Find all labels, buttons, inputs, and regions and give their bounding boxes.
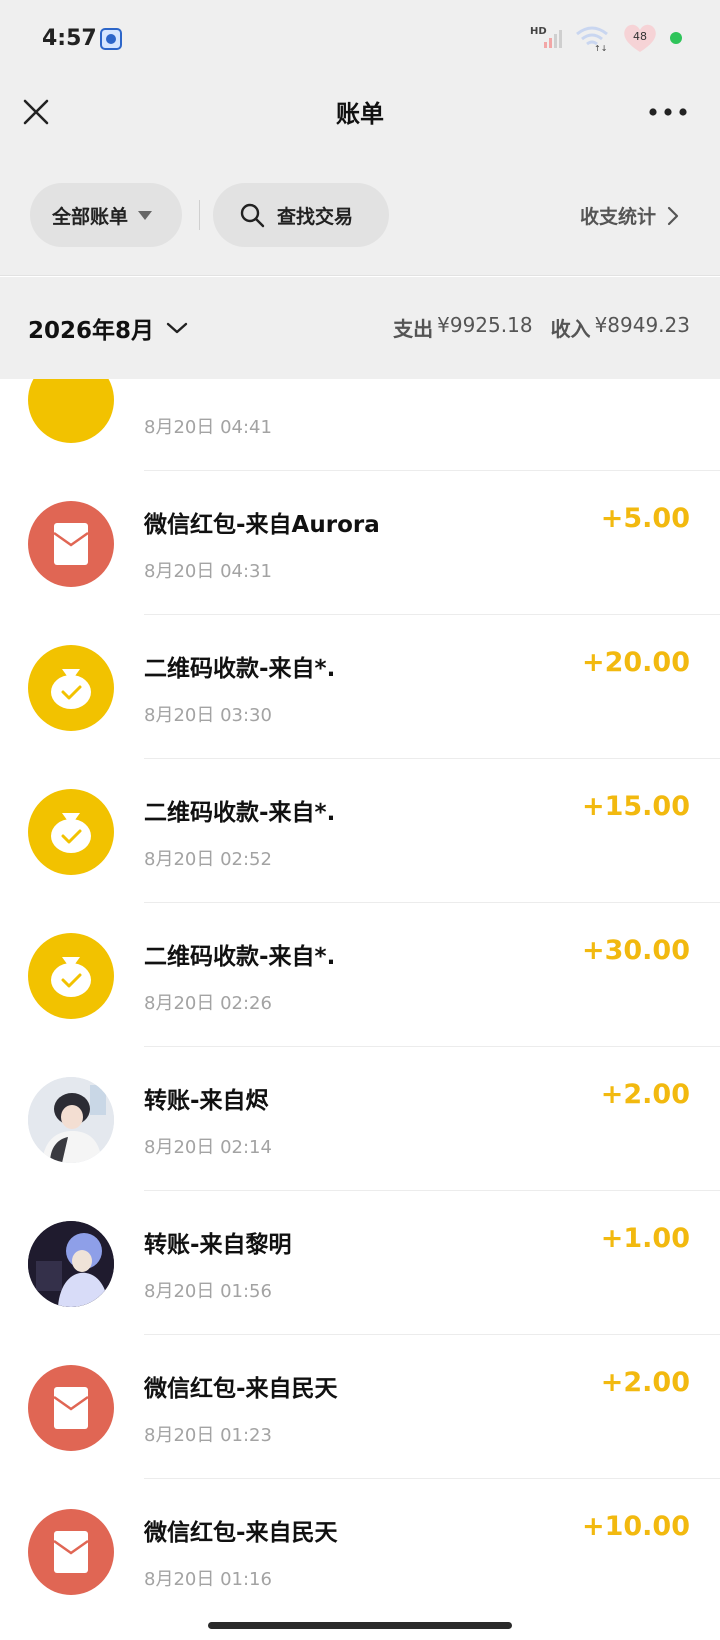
month-label: 2026年8月 [28,318,155,344]
transaction-row[interactable]: 微信红包-来自民天 8月20日 01:16 +10.00 [0,1479,720,1608]
transaction-title: 二维码收款-来自*. [144,800,336,826]
user-avatar [28,1221,114,1307]
transaction-title: 微信红包-来自民天 [144,1376,338,1402]
caret-down-icon [138,210,153,220]
all-bills-label: 全部账单 [52,205,129,228]
filter-bar: 全部账单 查找交易 收支统计 [0,148,720,276]
wifi-icon: ↑↓ [576,26,608,52]
status-time: 4:57 [42,26,97,51]
qr-payment-icon [28,645,114,731]
search-transactions-button[interactable]: 查找交易 [213,183,389,247]
income-expense-stats-link[interactable]: 收支统计 [580,202,680,229]
transaction-amount: +30.00 [581,935,690,966]
transaction-amount: +15.00 [581,791,690,822]
filter-divider [199,200,200,230]
transaction-row[interactable]: 转账-来自黎明 8月20日 01:56 +1.00 [0,1191,720,1335]
qr-payment-icon [28,933,114,1019]
page-title: 账单 [336,100,384,128]
cellular-signal-icon: HD [530,26,562,48]
transaction-amount: +2.00 [600,1079,690,1110]
transaction-title: 微信红包-来自Aurora [144,512,380,538]
status-bar: 4:57 HD ↑↓ 48 [0,0,720,76]
red-packet-icon [28,1365,114,1451]
transaction-time: 8月20日 02:14 [144,1137,272,1158]
month-selector[interactable]: 2026年8月 [28,311,188,345]
transaction-time: 8月20日 03:30 [144,705,272,726]
qr-payment-icon [28,379,114,443]
chevron-right-icon [667,206,679,225]
transaction-title: 二维码收款-来自*. [144,944,336,970]
transaction-title: 转账-来自烬 [144,1088,269,1114]
nav-bar: 账单 [0,76,720,148]
transaction-amount: +20.00 [581,647,690,678]
red-packet-icon [28,1509,114,1595]
transaction-row[interactable]: 微信红包-来自民天 8月20日 01:23 +2.00 [0,1335,720,1479]
red-packet-icon [28,501,114,587]
svg-text:↑↓: ↑↓ [594,44,607,52]
battery-icon: 48 [620,22,660,54]
transaction-time: 8月20日 02:52 [144,849,272,870]
transaction-time: 8月20日 02:26 [144,993,272,1014]
search-label: 查找交易 [277,205,354,228]
chevron-down-icon [166,322,188,334]
transaction-list: 8月20日 04:41 微信红包-来自Aurora 8月20日 04:31 +5… [0,379,720,1608]
network-label: HD [530,26,547,37]
home-indicator[interactable] [208,1622,512,1629]
income-label: 收入 [550,317,591,341]
transaction-time: 8月20日 01:16 [144,1569,272,1590]
income-value: ¥8949.23 [594,313,690,337]
transaction-row[interactable]: 8月20日 04:41 [0,379,720,471]
stats-label: 收支统计 [580,206,657,228]
transaction-amount: +10.00 [581,1511,690,1542]
transaction-row[interactable]: 二维码收款-来自*. 8月20日 03:30 +20.00 [0,615,720,759]
transaction-time: 8月20日 04:31 [144,561,272,582]
transaction-amount: +1.00 [600,1223,690,1254]
qr-payment-icon [28,789,114,875]
expense-label: 支出 [393,317,434,341]
transaction-row[interactable]: 二维码收款-来自*. 8月20日 02:26 +30.00 [0,903,720,1047]
user-avatar [28,1077,114,1163]
month-header: 2026年8月 支出 ¥9925.18 收入 ¥8949.23 [0,277,720,379]
privacy-indicator-dot [670,32,682,44]
transaction-time: 8月20日 01:56 [144,1281,272,1302]
transaction-title: 二维码收款-来自*. [144,656,336,682]
transaction-row[interactable]: 转账-来自烬 8月20日 02:14 +2.00 [0,1047,720,1191]
battery-level: 48 [633,30,647,43]
transaction-time: 8月20日 01:23 [144,1425,272,1446]
expense-value: ¥9925.18 [437,313,533,337]
search-icon [240,203,265,228]
transaction-row[interactable]: 微信红包-来自Aurora 8月20日 04:31 +5.00 [0,471,720,615]
notification-app-icon [100,28,122,50]
transaction-title: 转账-来自黎明 [144,1232,292,1258]
transaction-amount: +2.00 [600,1367,690,1398]
transaction-title: 微信红包-来自民天 [144,1520,338,1546]
transaction-amount: +5.00 [600,503,690,534]
all-bills-dropdown[interactable]: 全部账单 [30,183,182,247]
home-indicator-area [0,1608,720,1640]
transaction-row[interactable]: 二维码收款-来自*. 8月20日 02:52 +15.00 [0,759,720,903]
transaction-time: 8月20日 04:41 [144,417,272,438]
more-options-icon[interactable] [648,106,688,118]
month-summary: 支出 ¥9925.18 收入 ¥8949.23 [393,313,690,342]
